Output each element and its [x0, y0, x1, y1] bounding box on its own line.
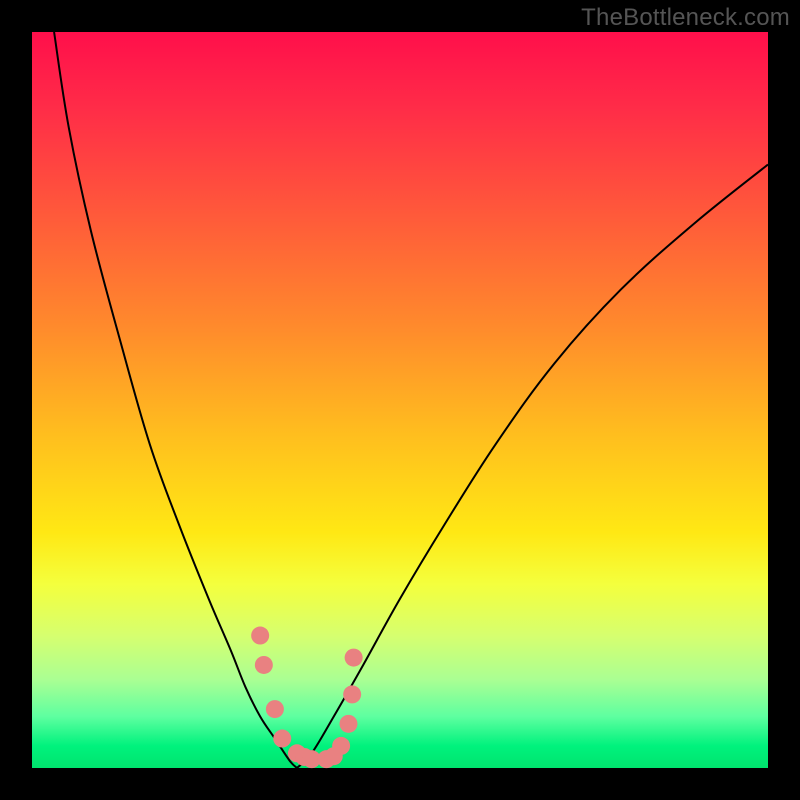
- right-branch-curve: [297, 164, 768, 768]
- plot-area: [32, 32, 768, 768]
- fit-dot: [339, 715, 357, 733]
- fit-dots-group: [251, 627, 362, 769]
- fit-dot: [273, 730, 291, 748]
- watermark-text: TheBottleneck.com: [581, 4, 790, 32]
- fit-dot: [343, 685, 361, 703]
- fit-dot: [255, 656, 273, 674]
- fit-dot: [345, 649, 363, 667]
- fit-dot: [332, 737, 350, 755]
- fit-dot: [251, 627, 269, 645]
- chart-frame: TheBottleneck.com: [0, 0, 800, 800]
- fit-dot: [266, 700, 284, 718]
- curves-svg: [32, 32, 768, 768]
